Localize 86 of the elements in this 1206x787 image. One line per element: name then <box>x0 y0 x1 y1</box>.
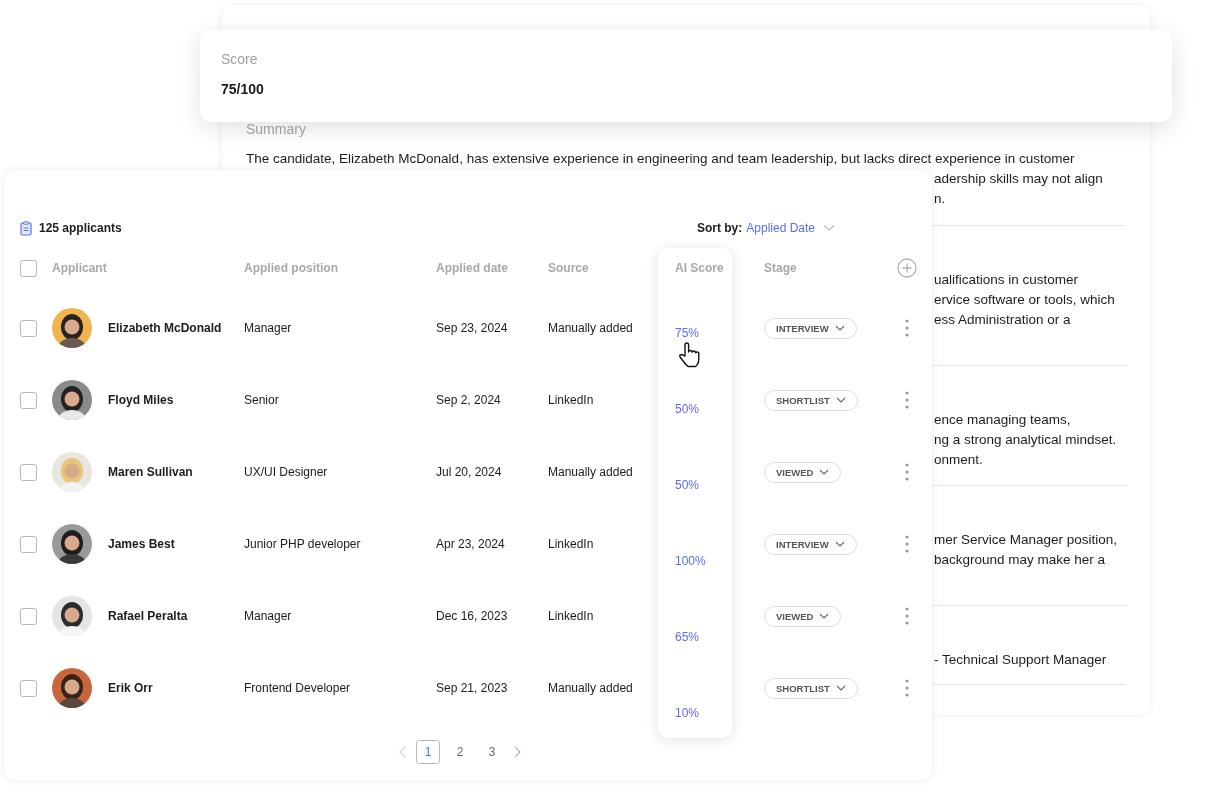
more-icon[interactable] <box>905 607 909 625</box>
position-cell: Junior PHP developer <box>244 537 361 551</box>
summary-text: The candidate, Elizabeth McDonald, has extensive experience in engineering and team leadership, but lacks direct experience in customer <box>246 150 1076 168</box>
row-checkbox[interactable] <box>20 463 37 481</box>
evaluation-text: mer Service Manager position, <box>934 531 1119 549</box>
evaluation-text: ess Administration or a <box>934 311 1072 329</box>
applicant-count: 125 applicants <box>39 221 122 235</box>
clipboard-icon <box>20 220 32 236</box>
evaluation-text: ng a strong analytical mindset. <box>934 431 1118 449</box>
column-header: Applied position <box>244 261 338 275</box>
date-cell: Dec 16, 2023 <box>436 609 508 623</box>
stage-dropdown[interactable]: INTERVIEW <box>764 317 857 339</box>
applicant-name: Elizabeth McDonald <box>108 321 222 335</box>
evaluation-text: ualifications in customer <box>934 271 1080 289</box>
ai-score: 65% <box>675 630 700 644</box>
stage-dropdown[interactable]: VIEWED <box>764 605 842 627</box>
position-cell: Senior <box>244 393 279 407</box>
sort-dropdown[interactable]: Applied Date <box>746 221 835 235</box>
more-icon[interactable] <box>905 319 909 337</box>
position-cell: UX/UI Designer <box>244 465 328 479</box>
position-cell: Manager <box>244 609 292 623</box>
applicant-name: Floyd Miles <box>108 393 174 407</box>
caret-icon <box>835 685 846 691</box>
source-cell: LinkedIn <box>548 609 594 623</box>
position-cell: Frontend Developer <box>244 681 351 695</box>
score-value: 75/100 <box>221 80 264 98</box>
applicant-name: Maren Sullivan <box>108 465 193 479</box>
page-button[interactable]: 1 <box>416 740 440 764</box>
evaluation-text: ence managing teams, <box>934 411 1072 429</box>
row-checkbox[interactable] <box>20 607 37 625</box>
more-icon[interactable] <box>905 679 909 697</box>
date-cell: Sep 2, 2024 <box>436 393 501 407</box>
column-header: AI Score <box>675 260 725 277</box>
date-cell: Apr 23, 2024 <box>436 537 505 551</box>
column-header: Stage <box>764 261 797 275</box>
evaluation-text: ervice software or tools, which <box>934 291 1116 309</box>
caret-icon <box>823 224 835 232</box>
select-all-checkbox[interactable] <box>20 259 37 277</box>
more-icon[interactable] <box>905 391 909 409</box>
ai-score: 50% <box>675 402 700 416</box>
applicant-name: Rafael Peralta <box>108 609 188 623</box>
stage-dropdown[interactable]: SHORTLIST <box>764 677 858 699</box>
caret-icon <box>819 469 830 475</box>
summary-text: n. <box>934 190 947 208</box>
caret-icon <box>819 613 830 619</box>
ai-score: 50% <box>675 478 700 492</box>
ai-score: 10% <box>675 706 700 720</box>
position-cell: Manager <box>244 321 292 335</box>
row-checkbox[interactable] <box>20 319 37 337</box>
date-cell: Sep 23, 2024 <box>436 321 508 335</box>
hand-cursor-icon <box>678 342 700 368</box>
column-header: Applied date <box>436 261 508 275</box>
source-cell: Manually added <box>548 321 633 335</box>
ai-score: 100% <box>675 554 706 568</box>
summary-label: Summary <box>246 120 307 139</box>
date-cell: Sep 21, 2023 <box>436 681 508 695</box>
ai-score: 75% <box>675 326 700 340</box>
source-cell: LinkedIn <box>548 537 594 551</box>
evaluation-text: - Technical Support Manager <box>934 651 1108 669</box>
row-checkbox[interactable] <box>20 391 37 409</box>
next-page-icon[interactable] <box>512 746 522 758</box>
evaluation-text: background may make her a <box>934 551 1107 569</box>
column-header: Source <box>548 261 589 275</box>
previous-page-icon[interactable] <box>398 746 408 758</box>
more-icon[interactable] <box>905 535 909 553</box>
stage-dropdown[interactable]: VIEWED <box>764 461 842 483</box>
caret-icon <box>835 397 846 403</box>
caret-icon <box>834 541 845 547</box>
more-icon[interactable] <box>905 463 909 481</box>
stage-dropdown[interactable]: SHORTLIST <box>764 389 858 411</box>
row-checkbox[interactable] <box>20 679 37 697</box>
source-cell: Manually added <box>548 465 633 479</box>
score-label: Score <box>221 50 258 68</box>
row-checkbox[interactable] <box>20 535 37 553</box>
source-cell: LinkedIn <box>548 393 594 407</box>
column-header: Applicant <box>52 261 107 275</box>
sort-label: Sort by: <box>696 221 743 235</box>
caret-icon <box>834 325 845 331</box>
stage-dropdown[interactable]: INTERVIEW <box>764 533 857 555</box>
source-cell: Manually added <box>548 681 633 695</box>
applicant-name: James Best <box>108 537 175 551</box>
evaluation-text: onment. <box>934 451 984 469</box>
applicant-name: Erik Orr <box>108 681 153 695</box>
add-column-icon[interactable] <box>897 258 917 278</box>
summary-text: adership skills may not align <box>934 170 1104 188</box>
date-cell: Jul 20, 2024 <box>436 465 502 479</box>
